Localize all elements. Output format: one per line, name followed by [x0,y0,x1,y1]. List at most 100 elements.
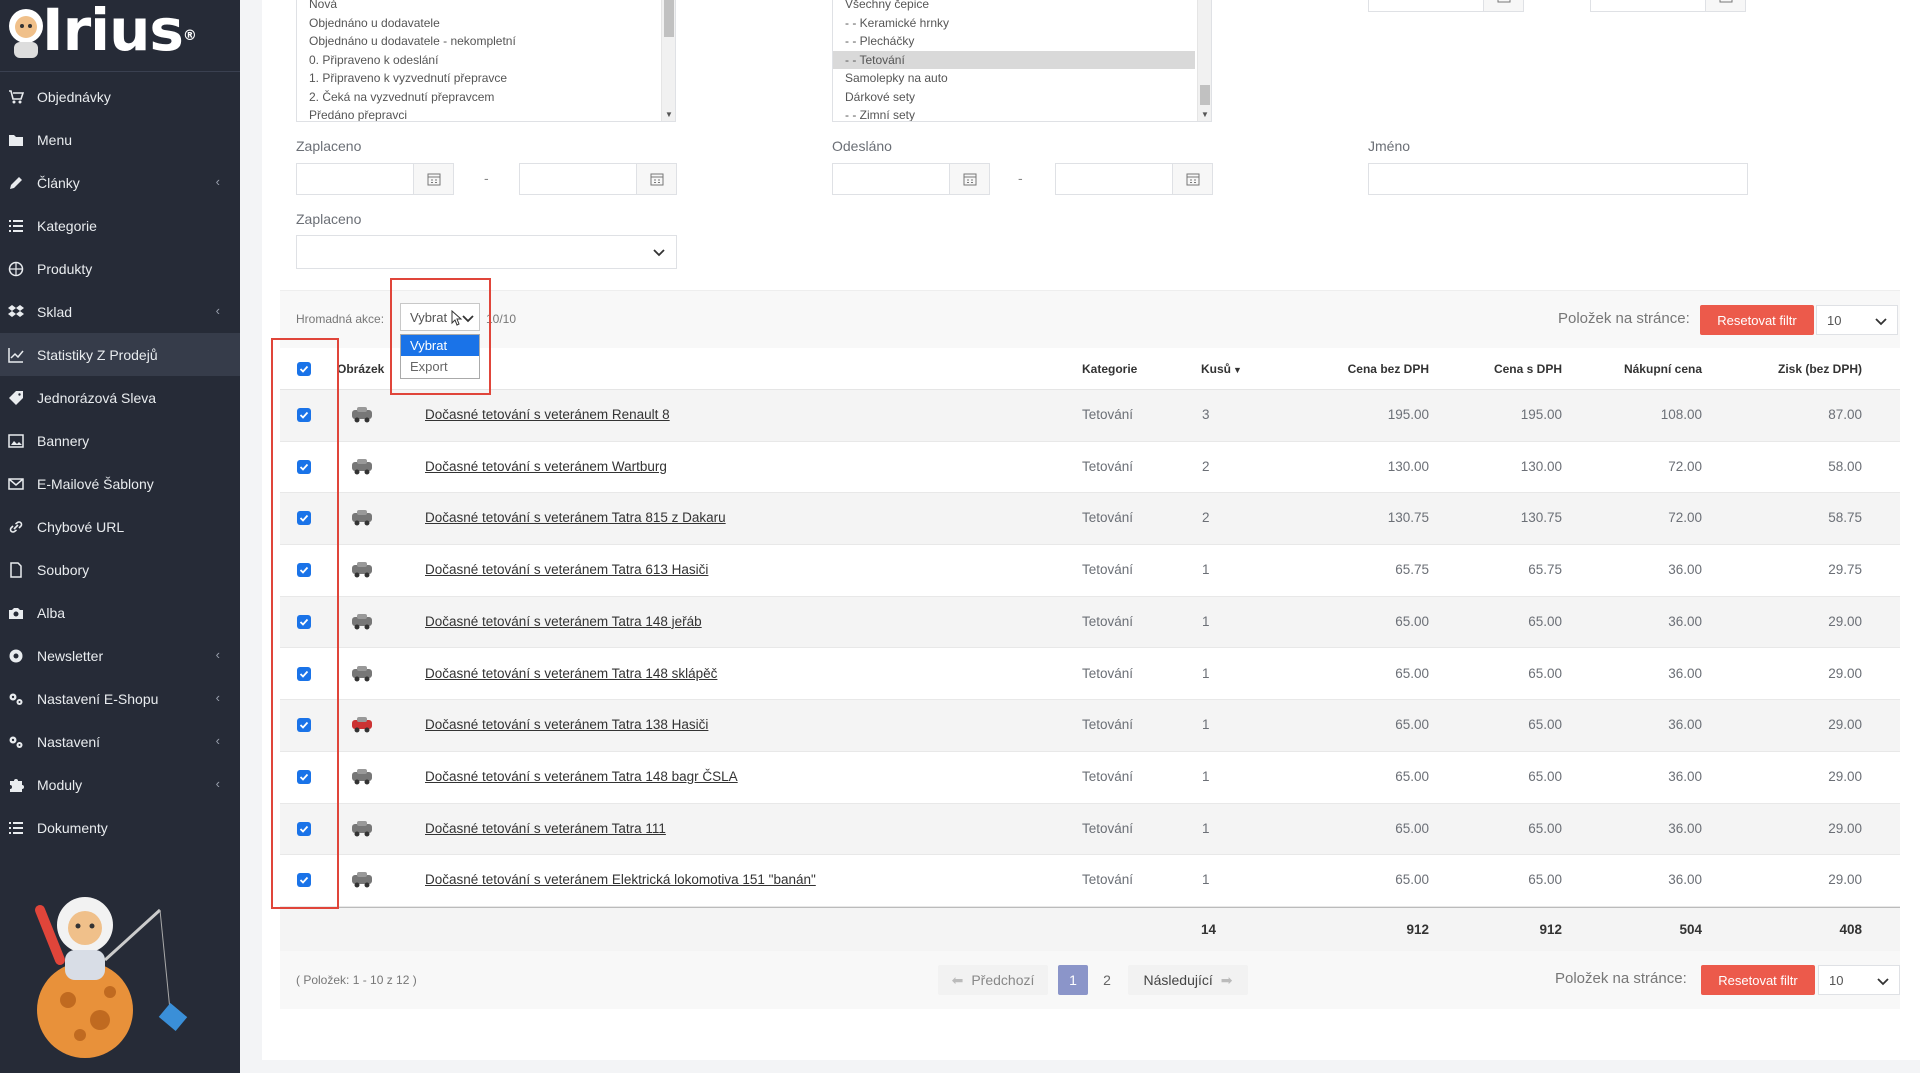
sidebar-item-kategorie[interactable]: Kategorie [0,204,240,247]
cell-price: 195.00 [1387,407,1429,422]
per-page-label: Položek na stránce: [1555,970,1687,987]
listbox-option[interactable]: Samolepky na auto [833,69,1195,88]
page-2-button[interactable]: 2 [1092,965,1122,995]
date-to-field-partial[interactable] [1590,0,1746,12]
sidebar-item-label: Články [37,174,80,191]
sidebar-item-alba[interactable]: Alba [0,591,240,634]
sidebar-item-clanky[interactable]: Články ‹ [0,161,240,204]
product-link[interactable]: Dočasné tetování s veteránem Tatra 148 b… [425,769,738,784]
cell-qty: 3 [1202,407,1210,422]
per-page-value: 10 [1827,313,1842,328]
listbox-option[interactable]: - - Plecháčky [833,32,1195,51]
line-chart-icon [7,346,25,364]
sidebar-item-objednavky[interactable]: Objednávky [0,75,240,118]
sidebar-item-label: Sklad [37,303,73,320]
cell-qty: 1 [1202,562,1210,578]
sidebar-item-nastaveni-eshopu[interactable]: Nastavení E-Shopu ‹ [0,677,240,720]
sidebar-item-bannery[interactable]: Bannery [0,419,240,462]
sidebar-item-jednorazova-sleva[interactable]: Jednorázová Sleva [0,376,240,419]
sent-date-label: Odesláno [832,138,892,154]
per-page-select[interactable]: 10 [1818,965,1900,995]
sidebar-item-moduly[interactable]: Moduly ‹ [0,763,240,806]
col-category[interactable]: Kategorie [1082,362,1137,376]
sidebar-item-dokumenty[interactable]: Dokumenty [0,806,240,849]
sidebar-item-label: Jednorázová Sleva [37,389,157,406]
sidebar-item-produkty[interactable]: Produkty [0,247,240,290]
chevron-left-icon: ‹ [215,733,220,748]
col-price-vat[interactable]: Cena s DPH [1494,362,1562,376]
name-input[interactable] [1368,163,1748,195]
scrollbar[interactable]: ▼ [661,0,675,121]
per-page-select[interactable]: 10 [1816,305,1898,335]
calendar-icon[interactable] [949,164,989,194]
listbox-option[interactable]: Předáno přepravci [297,106,675,121]
category-listbox[interactable]: Všechny čepice - - Keramické hrnky - - P… [832,0,1212,122]
highlight-box-checkboxes [271,338,339,909]
calendar-icon[interactable] [1172,164,1212,194]
sidebar-item-emailove-sablony[interactable]: E-Mailové Šablony [0,462,240,505]
col-buy-price[interactable]: Nákupní cena [1624,362,1702,376]
sidebar-item-menu[interactable]: Menu [0,118,240,161]
reset-filter-button[interactable]: Resetovat filtr [1700,305,1814,335]
paid-date-from-field[interactable] [296,163,454,195]
sidebar-item-chybove-url[interactable]: Chybové URL [0,505,240,548]
table-row: Dočasné tetování s veteránem Wartburg Tet… [280,442,1900,494]
product-link[interactable]: Dočasné tetování s veteránem Tatra 148 j… [425,614,702,629]
listbox-option-selected[interactable]: - - Tetování [833,50,1195,69]
scroll-down-icon[interactable]: ▼ [1201,110,1209,119]
logo[interactable]: Irius® [0,0,240,72]
scrollbar[interactable]: ▼ [1197,0,1211,121]
listbox-option[interactable]: 2. Čeká na vyzvednutí přepravcem [297,88,675,107]
product-link[interactable]: Dočasné tetování s veteránem Tatra 613 H… [425,562,708,577]
listbox-option[interactable]: 1. Připraveno k vyzvednutí přepravce [297,69,675,88]
date-range-dash: - [484,170,489,186]
col-image[interactable]: Obrázek [337,362,384,376]
calendar-icon[interactable] [636,164,676,194]
status-listbox[interactable]: Nová Objednáno u dodavatele Objednáno u … [296,0,676,122]
product-link[interactable]: Dočasné tetování s veteránem Elektrická … [425,872,816,887]
per-page-value: 10 [1829,973,1844,988]
table-row: Dočasné tetování s veteránem Tatra 613 H… [280,545,1900,597]
page-1-button[interactable]: 1 [1058,965,1088,995]
product-link[interactable]: Dočasné tetování s veteránem Tatra 138 H… [425,717,708,732]
listbox-option[interactable]: - - Keramické hrnky [833,14,1195,33]
date-from-field-partial[interactable] [1368,0,1524,12]
product-link[interactable]: Dočasné tetování s veteránem Wartburg [425,459,667,474]
listbox-option[interactable]: Objednáno u dodavatele [297,14,675,33]
col-qty[interactable]: Kusů ▼ [1201,362,1242,376]
sent-date-to-field[interactable] [1055,163,1213,195]
listbox-option[interactable]: 0. Připraveno k odeslání [297,51,675,70]
camera-icon [7,604,25,622]
listbox-option[interactable]: Dárkové sety [833,88,1195,107]
paid-select[interactable] [296,235,677,269]
cell-profit: 58.75 [1828,510,1862,526]
sidebar-item-nastaveni[interactable]: Nastavení ‹ [0,720,240,763]
cell-price-vat: 65.00 [1528,820,1562,836]
sidebar-item-soubory[interactable]: Soubory [0,548,240,591]
col-profit[interactable]: Zisk (bez DPH) [1778,362,1862,376]
sidebar-item-sklad[interactable]: Sklad ‹ [0,290,240,333]
paid-date-to-field[interactable] [519,163,677,195]
product-link[interactable]: Dočasné tetování s veteránem Tatra 148 s… [425,666,717,681]
calendar-icon[interactable] [1705,0,1745,11]
sent-date-from-field[interactable] [832,163,990,195]
listbox-option[interactable]: - - Zimní sety [833,106,1195,121]
listbox-option[interactable]: Všechny čepice [833,0,1195,14]
prev-page-button[interactable]: ⬅ Předchozí [938,965,1048,995]
reset-filter-button[interactable]: Resetovat filtr [1701,965,1815,995]
calendar-icon[interactable] [413,164,453,194]
product-link[interactable]: Dočasné tetování s veteránem Tatra 111 [425,821,666,836]
cell-buy: 36.00 [1668,562,1702,578]
sidebar-item-newsletter[interactable]: Newsletter ‹ [0,634,240,677]
sidebar-item-statistiky[interactable]: Statistiky Z Prodejů [0,333,240,376]
col-price[interactable]: Cena bez DPH [1348,362,1429,376]
listbox-option[interactable]: Nová [297,0,675,14]
next-page-button[interactable]: Následující ➡ [1128,965,1248,995]
scroll-down-icon[interactable]: ▼ [665,110,673,119]
calendar-icon[interactable] [1483,0,1523,11]
listbox-option[interactable]: Objednáno u dodavatele - nekompletní [297,32,675,51]
sidebar-item-label: Produkty [37,260,93,277]
product-link[interactable]: Dočasné tetování s veteránem Renault 8 [425,407,670,422]
product-link[interactable]: Dočasné tetování s veteránem Tatra 815 z… [425,510,726,525]
cell-qty: 1 [1202,768,1210,784]
